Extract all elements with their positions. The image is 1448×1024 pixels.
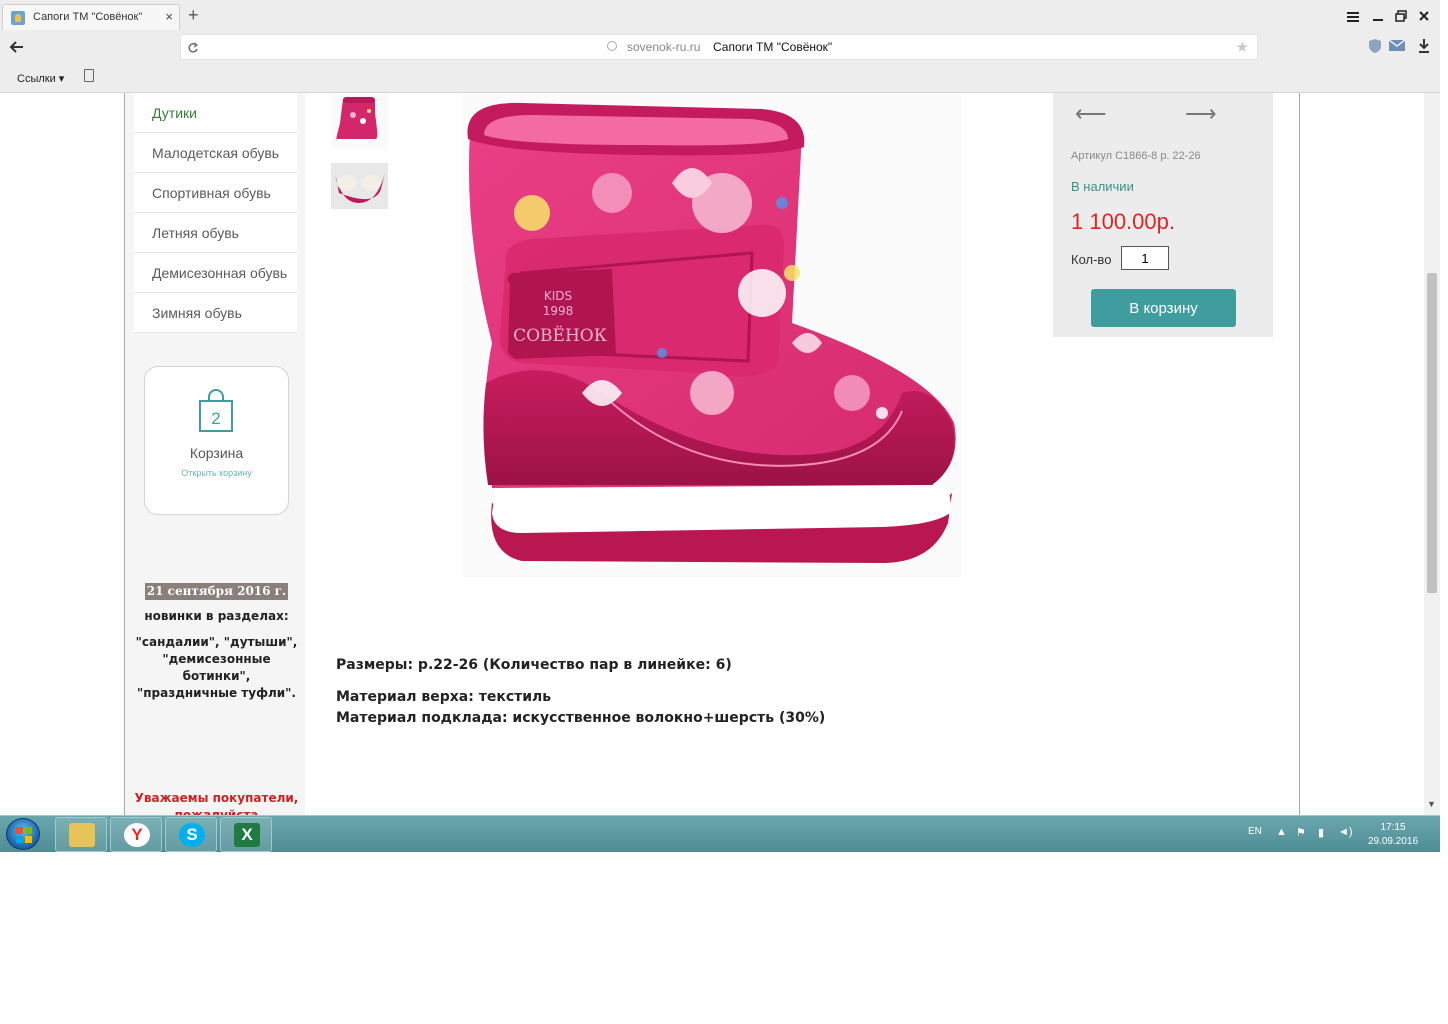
- buy-panel: ⟵ ⟶ Артикул С1866-8 р. 22-26 В наличии 1…: [1053, 93, 1273, 337]
- clock-time: 17:15: [1380, 822, 1406, 833]
- category-item[interactable]: Спортивная обувь: [134, 173, 297, 213]
- stock-status: В наличии: [1071, 179, 1134, 194]
- product-description: Размеры: р.22-26 (Количество пар в линей…: [336, 657, 825, 726]
- adblock-shield-icon[interactable]: [1368, 38, 1382, 54]
- folder-icon: [69, 823, 95, 847]
- language-indicator[interactable]: EN: [1248, 826, 1262, 837]
- yandex-browser-icon: Y: [124, 823, 150, 847]
- address-row: sovenok-ru.ru Сапоги ТМ "Совёнок" ★: [0, 33, 1440, 61]
- product-sizes: Размеры: р.22-26 (Количество пар в линей…: [336, 657, 732, 673]
- mail-icon[interactable]: [1388, 39, 1406, 52]
- boot-print-year: 1998: [543, 304, 574, 318]
- material-top: Материал верха: текстиль: [336, 689, 552, 705]
- download-icon[interactable]: [1418, 38, 1430, 54]
- notice-line: Уважаемы покупатели,: [134, 791, 299, 805]
- browser-chrome: Сапоги ТМ "Совёнок" × + sovenok-ru.ru Са…: [0, 0, 1440, 93]
- site-favicon-icon: [11, 11, 25, 25]
- product-price: 1 100.00р.: [1071, 209, 1175, 234]
- category-item[interactable]: Малодетская обувь: [134, 133, 297, 173]
- start-button-icon[interactable]: [6, 818, 40, 850]
- restore-icon[interactable]: [1395, 10, 1407, 22]
- category-item[interactable]: Зимняя обувь: [134, 293, 297, 333]
- cart-title: Корзина: [189, 445, 244, 461]
- boot-print-kids: KIDS: [544, 289, 572, 303]
- close-window-icon[interactable]: [1418, 10, 1430, 22]
- cart-widget[interactable]: 2 Корзина Открыть корзину: [144, 366, 289, 515]
- shopping-bag-icon: 2: [199, 389, 233, 432]
- tray-expand-icon[interactable]: ▲: [1276, 826, 1287, 838]
- prev-product-arrow-icon[interactable]: ⟵: [1075, 101, 1107, 127]
- product-thumbnail[interactable]: [331, 93, 388, 149]
- action-center-flag-icon[interactable]: ⚑: [1296, 826, 1306, 839]
- product-thumbnail[interactable]: [331, 163, 388, 219]
- product-photo: KIDS 1998 СОВЁНОК: [462, 93, 961, 577]
- url-page-title: Сапоги ТМ "Совёнок": [713, 40, 833, 54]
- material-lining: Материал подклада: искусственное волокно…: [336, 710, 826, 726]
- add-to-cart-button[interactable]: В корзину: [1091, 289, 1236, 327]
- page-border-right: [1299, 93, 1300, 815]
- new-tab-button[interactable]: +: [188, 6, 199, 24]
- scrollbar-thumb[interactable]: [1427, 273, 1437, 593]
- next-product-arrow-icon[interactable]: ⟶: [1185, 101, 1217, 127]
- taskbar-yandex-browser[interactable]: Y: [110, 817, 162, 852]
- cart-count: 2: [211, 409, 220, 428]
- quantity-label: Кол-во: [1071, 252, 1112, 267]
- notice-line-cut: пожалуйста: [174, 808, 259, 815]
- menu-icon[interactable]: [1346, 10, 1360, 22]
- bookmark-star-icon[interactable]: ★: [1236, 38, 1249, 56]
- bookmarks-bar: Ссылки ▾: [0, 64, 1440, 92]
- address-bar[interactable]: sovenok-ru.ru Сапоги ТМ "Совёнок" ★: [180, 34, 1258, 60]
- product-sku: Артикул С1866-8 р. 22-26: [1071, 150, 1201, 162]
- customer-notice: Уважаемы покупатели, пожалуйста: [134, 790, 299, 815]
- category-menu: Дутики Малодетская обувь Спортивная обув…: [134, 93, 297, 333]
- clock-date: 29.09.2016: [1367, 836, 1419, 847]
- browser-tab[interactable]: Сапоги ТМ "Совёнок" ×: [2, 4, 180, 30]
- open-cart-link[interactable]: Открыть корзину: [145, 468, 288, 478]
- tab-title: Сапоги ТМ "Совёнок": [33, 11, 143, 23]
- excel-icon: X: [234, 823, 260, 847]
- page-viewport: Дутики Малодетская обувь Спортивная обув…: [0, 93, 1440, 815]
- windows-taskbar: Y S X EN ▲ ⚑ ▮ ◄) 17:15 29.09.2016: [0, 815, 1440, 852]
- category-item[interactable]: Летняя обувь: [134, 213, 297, 253]
- taskbar-excel[interactable]: X: [220, 817, 272, 852]
- taskbar-skype[interactable]: S: [165, 817, 217, 852]
- bookmarks-links-folder[interactable]: Ссылки ▾: [17, 72, 64, 85]
- power-icon[interactable]: ▮: [1318, 826, 1324, 839]
- taskbar-explorer[interactable]: [55, 817, 107, 852]
- site-info-icon[interactable]: [607, 41, 617, 51]
- category-item[interactable]: Дутики: [134, 93, 297, 133]
- back-arrow-icon[interactable]: [8, 40, 24, 54]
- scroll-down-arrow-icon[interactable]: ▼: [1427, 799, 1436, 809]
- category-item[interactable]: Демисезонная обувь: [134, 253, 297, 293]
- volume-icon[interactable]: ◄): [1338, 826, 1353, 838]
- quantity-input[interactable]: [1121, 246, 1169, 270]
- reload-icon[interactable]: [187, 42, 199, 54]
- news-date: 21 сентября 2016 г.: [144, 583, 289, 600]
- news-block: 21 сентября 2016 г. новинки в разделах: …: [134, 583, 299, 702]
- boot-print-brand: СОВЁНОК: [513, 325, 607, 346]
- news-text: "сандалии", "дутыши", "демисезонные боти…: [135, 635, 298, 700]
- news-heading: новинки в разделах:: [144, 609, 289, 623]
- url-domain: sovenok-ru.ru: [627, 40, 701, 54]
- system-clock[interactable]: 17:15 29.09.2016: [1367, 821, 1419, 849]
- skype-icon: S: [179, 823, 205, 847]
- tab-close-icon[interactable]: ×: [165, 9, 173, 24]
- document-icon[interactable]: [84, 69, 94, 82]
- minimize-icon[interactable]: [1372, 10, 1384, 22]
